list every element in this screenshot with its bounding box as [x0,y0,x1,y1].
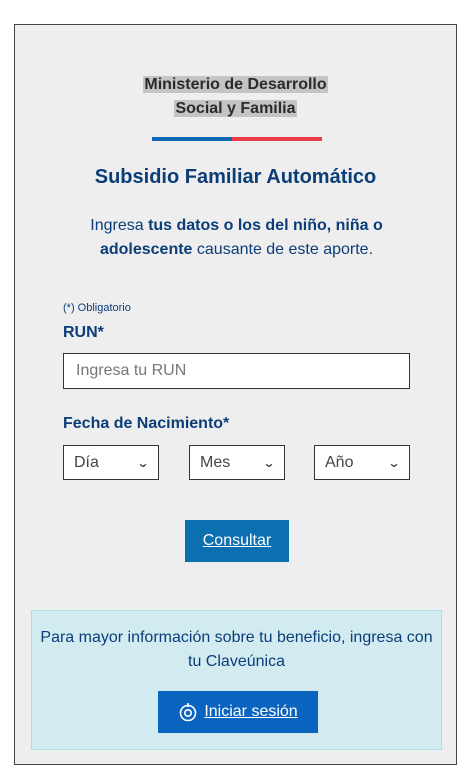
login-button-label: Iniciar sesión [204,703,298,720]
claveunica-icon [180,703,197,722]
consultar-button[interactable]: Consultar [185,520,289,562]
main-card: Ministerio de Desarrollo Social y Famili… [14,24,457,765]
required-note: (*) Obligatorio [63,302,131,314]
stripe-red [232,137,322,141]
stripe-blue [152,137,232,141]
chevron-down-icon: ⌄ [262,455,276,470]
day-select-value: Día [74,453,99,471]
year-select-value: Año [325,453,354,471]
day-select[interactable]: Día ⌄ [63,445,159,480]
page-title: Subsidio Familiar Automático [94,166,377,188]
year-select[interactable]: Año ⌄ [314,445,410,480]
month-select-value: Mes [200,453,231,471]
info-box: Para mayor información sobre tu benefici… [31,610,442,750]
intro-text: Ingresa tus datos o los del niño, niña o… [90,217,383,258]
info-text: Para mayor información sobre tu benefici… [40,629,433,670]
birthdate-label: Fecha de Nacimiento* [63,415,230,432]
ministry-logo-line2: Social y Familia [174,100,297,117]
login-button[interactable]: Iniciar sesión [158,691,318,733]
run-input[interactable] [63,353,410,389]
brand-stripe [152,137,322,141]
ministry-logo-line1: Ministerio de Desarrollo [143,76,328,93]
run-label: RUN* [63,324,104,341]
chevron-down-icon: ⌄ [136,455,150,470]
chevron-down-icon: ⌄ [387,455,401,470]
month-select[interactable]: Mes ⌄ [189,445,285,480]
